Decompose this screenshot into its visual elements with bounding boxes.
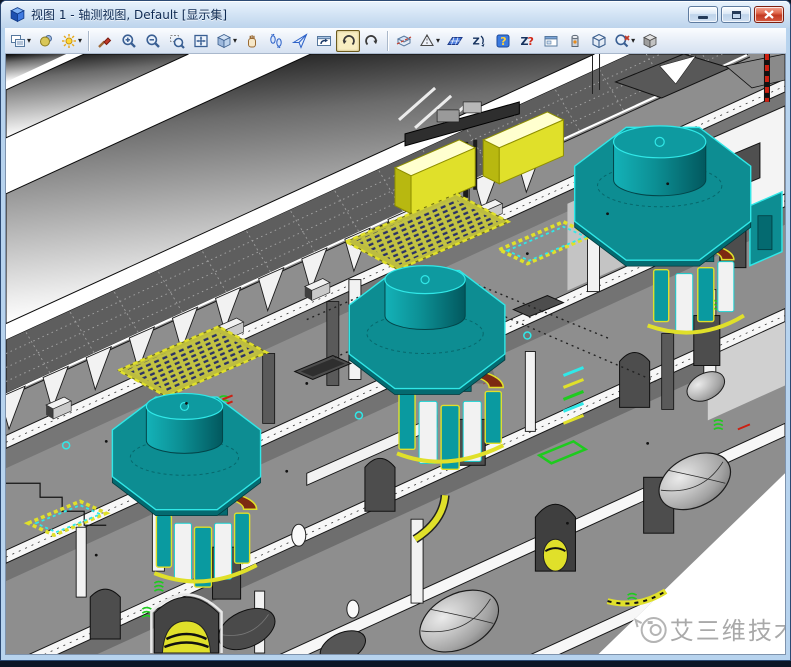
i-winarrow (316, 33, 332, 49)
i-plane (292, 33, 308, 49)
i-zoomfit (193, 33, 209, 49)
window-frame-bottom (5, 655, 786, 660)
model-scene[interactable]: 艾三维技术 艾三维技术 (6, 54, 785, 654)
clip-volume[interactable] (392, 30, 416, 52)
i-winlist (10, 33, 26, 49)
arch-opening-with-machinery (535, 504, 575, 571)
minimize-icon (698, 16, 708, 19)
zoom-out[interactable] (141, 30, 165, 52)
i-gridplane (447, 33, 463, 49)
watermark: 艾三维技术 艾三维技术 (636, 617, 785, 646)
i-sun (61, 33, 77, 49)
toolbar-separator (88, 31, 90, 51)
close-button[interactable] (754, 6, 784, 23)
i-redo (364, 33, 380, 49)
zoom-in[interactable] (117, 30, 141, 52)
toolbar: ▾ ▾ ▾ ▾ ▾ (5, 28, 786, 54)
i-brush (97, 33, 113, 49)
arch-opening (365, 458, 395, 511)
dropdown-arrow-icon: ▾ (27, 37, 31, 45)
i-cylinder (567, 33, 583, 49)
dropdown-arrow-icon: ▾ (436, 37, 440, 45)
z-translate[interactable] (467, 30, 491, 52)
previous-view[interactable] (312, 30, 336, 52)
mini-view-window[interactable] (539, 30, 563, 52)
i-cube (216, 33, 232, 49)
close-icon (764, 10, 774, 19)
rotate-view-ccw[interactable] (336, 30, 360, 52)
i-hand (244, 33, 260, 49)
app-cube-icon (9, 6, 26, 23)
material-view[interactable] (638, 30, 662, 52)
fly-mode[interactable] (288, 30, 312, 52)
annotate-brush[interactable] (93, 30, 117, 52)
i-cubegray (642, 33, 658, 49)
dropdown-arrow-icon: ▾ (78, 37, 82, 45)
wireframe-view[interactable] (587, 30, 611, 52)
rotate-view-cw[interactable] (360, 30, 384, 52)
titlebar[interactable]: 视图 1 - 轴测视图, Default [显示集] (1, 1, 790, 28)
i-zoomx (614, 33, 630, 49)
i-prism (419, 33, 435, 49)
minimize-button[interactable] (688, 6, 718, 23)
view-orientation-cube[interactable]: ▾ (213, 30, 240, 52)
maximize-button[interactable] (721, 6, 751, 23)
wall-oval (292, 524, 306, 546)
cad-window: 视图 1 - 轴测视图, Default [显示集] ▾ ▾ ▾ ▾ ▾ (0, 0, 791, 661)
desktop-strip (0, 661, 791, 667)
pan-hand[interactable] (240, 30, 264, 52)
maximize-icon (732, 11, 741, 19)
query-info[interactable] (491, 30, 515, 52)
measure-gauge[interactable] (563, 30, 587, 52)
perspective-cone[interactable]: ▾ (416, 30, 443, 52)
zoom-selected[interactable]: ▾ (611, 30, 638, 52)
zoom-window[interactable] (165, 30, 189, 52)
window-controls (688, 6, 784, 23)
window-title: 视图 1 - 轴测视图, Default [显示集] (31, 6, 227, 23)
i-zoomrect (169, 33, 185, 49)
display-set-selector[interactable]: ▾ (7, 30, 34, 52)
render-mode[interactable] (34, 30, 58, 52)
i-zquest (519, 33, 535, 49)
walk-mode[interactable] (264, 30, 288, 52)
arch-with-yellow-dome (151, 595, 221, 653)
i-zoomin (121, 33, 137, 49)
lighting-mode[interactable]: ▾ (58, 30, 85, 52)
dropdown-arrow-icon: ▾ (233, 37, 237, 45)
work-plane[interactable] (443, 30, 467, 52)
z-query[interactable] (515, 30, 539, 52)
watermark-text: 艾三维技术 (670, 617, 785, 645)
zoom-fit[interactable] (189, 30, 213, 52)
i-bluequest (495, 33, 511, 49)
i-sphere (38, 33, 54, 49)
viewport-3d[interactable]: 艾三维技术 艾三维技术 (5, 54, 786, 655)
i-wirecube (591, 33, 607, 49)
i-clipbox (396, 33, 412, 49)
i-zdown (471, 33, 487, 49)
i-undo (340, 33, 356, 49)
toolbar-separator (387, 31, 389, 51)
i-winsmall (543, 33, 559, 49)
dropdown-arrow-icon: ▾ (631, 37, 635, 45)
i-feet (268, 33, 284, 49)
i-zoomout (145, 33, 161, 49)
